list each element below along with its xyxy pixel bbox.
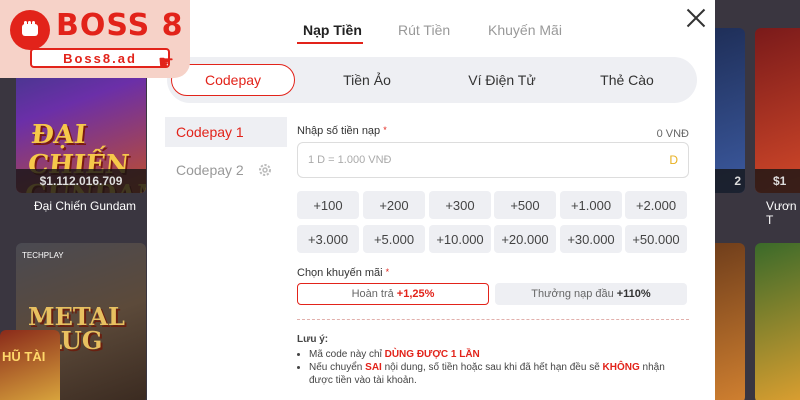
quick-amount-button[interactable]: +200	[363, 191, 425, 219]
promo-label-text: Chọn khuyến mãi	[297, 267, 383, 279]
quick-amount-button[interactable]: +50.000	[625, 225, 687, 253]
brand-name: BOSS 8	[56, 8, 184, 43]
sidebar-item-label: Codepay 2	[176, 162, 244, 178]
quick-amount-button[interactable]: +1.000	[560, 191, 622, 219]
method-codepay[interactable]: Codepay	[171, 64, 295, 96]
quick-amount-button[interactable]: +20.000	[494, 225, 556, 253]
quick-amount-button[interactable]: +3.000	[297, 225, 359, 253]
currency-symbol: D	[669, 153, 678, 167]
notice-title: Lưu ý:	[297, 334, 329, 345]
promo-text: Hoàn trả	[351, 288, 394, 300]
method-vi-dien-tu[interactable]: Ví Điện Tử	[437, 57, 567, 103]
promo-value: +1,25%	[396, 288, 435, 300]
game-tile[interactable]: $1	[755, 28, 800, 193]
method-the-cao[interactable]: Thẻ Cào	[567, 57, 687, 103]
quick-amount-button[interactable]: +100	[297, 191, 359, 219]
quick-amount-button[interactable]: +500	[494, 191, 556, 219]
quick-amount-button[interactable]: +5.000	[363, 225, 425, 253]
game-tile[interactable]: HŨ TÀI	[0, 330, 60, 400]
payment-methods: Codepay Tiền Ảo Ví Điện Tử Thẻ Cào	[167, 57, 697, 103]
game-publisher: TECHPLAY	[22, 251, 64, 260]
method-tien-ao[interactable]: Tiền Ảo	[307, 57, 427, 103]
amount-input[interactable]: 1 D = 1.000 VNĐ D	[297, 142, 689, 178]
game-jackpot: $1	[755, 169, 800, 193]
deposit-modal: Nạp Tiền Rút Tiền Khuyến Mãi Codepay Tiề…	[147, 0, 715, 400]
modal-tabs: Nạp Tiền Rút Tiền Khuyến Mãi	[147, 16, 715, 46]
fist-icon	[10, 10, 50, 50]
active-tab-indicator	[297, 42, 363, 44]
amount-label: Nhập số tiền nạp *	[297, 125, 387, 137]
brand-domain: Boss8.ad	[30, 48, 170, 68]
amount-label-text: Nhập số tiền nạp	[297, 125, 381, 137]
notice-emphasis: SAI	[365, 362, 382, 373]
quick-amount-button[interactable]: +10.000	[429, 225, 491, 253]
promo-option-thuong-nap-dau[interactable]: Thưởng nạp đầu +110%	[495, 283, 687, 305]
pointer-hand-icon: ☛	[158, 52, 175, 72]
notice-emphasis: KHÔNG	[602, 362, 640, 373]
tab-rut-tien[interactable]: Rút Tiền	[398, 22, 450, 38]
notice-text: nội dung, số tiền hoặc sau khi đã hết hạ…	[381, 362, 603, 373]
notice-text: Nếu chuyển	[309, 362, 366, 373]
promo-text: Thưởng nạp đầu	[531, 288, 614, 300]
tab-nap-tien[interactable]: Nạp Tiền	[303, 22, 362, 38]
notice-emphasis: DÙNG ĐƯỢC 1 LẦN	[384, 349, 480, 360]
promo-value: +110%	[616, 288, 651, 300]
promo-label: Chọn khuyến mãi *	[297, 267, 390, 279]
game-name[interactable]: Đại Chiến Gundam	[34, 199, 136, 213]
divider	[297, 319, 689, 320]
notice: Lưu ý: Mã code này chỉ DÙNG ĐƯỢC 1 LẦN N…	[297, 333, 689, 387]
codepay-sidebar: Codepay 1 Codepay 2	[165, 117, 287, 193]
amount-value: 0 VNĐ	[656, 128, 689, 140]
promo-option-hoan-tra[interactable]: Hoàn trả +1,25%	[297, 283, 489, 305]
notice-item: Mã code này chỉ DÙNG ĐƯỢC 1 LẦN	[309, 348, 689, 361]
brand-logo[interactable]: BOSS 8 Boss8.ad ☛	[0, 0, 190, 78]
game-name[interactable]: Vươn T	[766, 199, 800, 227]
tab-khuyen-mai[interactable]: Khuyến Mãi	[488, 22, 562, 38]
sidebar-item-codepay-1[interactable]: Codepay 1	[165, 117, 287, 147]
sidebar-item-codepay-2[interactable]: Codepay 2	[165, 155, 287, 185]
quick-amount-button[interactable]: +300	[429, 191, 491, 219]
gear-icon	[259, 164, 271, 176]
game-jackpot: $1.112.016.709	[16, 169, 146, 193]
quick-amount-button[interactable]: +2.000	[625, 191, 687, 219]
game-tile[interactable]	[755, 243, 800, 400]
notice-item: Nếu chuyển SAI nội dung, số tiền hoặc sa…	[309, 361, 689, 387]
game-tile-art-title: HŨ TÀI	[2, 349, 46, 364]
amount-placeholder: 1 D = 1.000 VNĐ	[308, 154, 392, 166]
quick-amount-button[interactable]: +30.000	[560, 225, 622, 253]
notice-text: Mã code này chỉ	[309, 349, 385, 360]
